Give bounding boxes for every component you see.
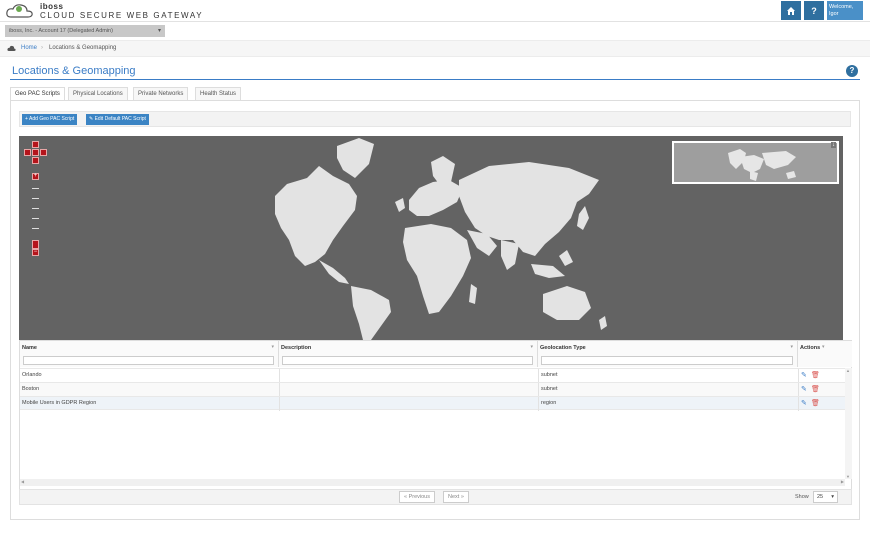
cell-divider xyxy=(279,383,280,397)
cell-name: Boston xyxy=(22,386,40,392)
cell-divider xyxy=(798,397,799,411)
top-bar: iboss CLOUD SECURE WEB GATEWAY ? Welcome… xyxy=(0,0,870,22)
scroll-up-arrow-icon[interactable]: ▲ xyxy=(846,368,850,373)
overview-minimap[interactable]: ↓ xyxy=(672,141,839,184)
next-page-button[interactable]: Next » xyxy=(443,491,469,503)
product-name: CLOUD SECURE WEB GATEWAY xyxy=(40,11,204,20)
pan-down-button[interactable] xyxy=(32,157,39,164)
pan-up-button[interactable] xyxy=(32,141,39,148)
iboss-cloud-logo xyxy=(6,4,33,18)
cell-divider xyxy=(279,369,280,383)
account-selector[interactable]: iboss, Inc. - Account 17 (Delegated Admi… xyxy=(5,25,165,37)
minimap-land xyxy=(728,149,796,181)
zoom-in-button[interactable]: + xyxy=(32,173,39,180)
table-row[interactable]: Orlando subnet ✎ 🗑 xyxy=(20,368,845,383)
name-filter-input[interactable] xyxy=(23,356,274,365)
table-row[interactable]: Mobile Users in GDPR Region region ✎ 🗑 xyxy=(20,396,845,411)
scroll-left-arrow-icon[interactable]: ◀ xyxy=(21,479,24,484)
description-filter-input[interactable] xyxy=(282,356,533,365)
breadcrumb-home-link[interactable]: Home xyxy=(21,45,37,51)
home-button[interactable] xyxy=(781,1,801,20)
caret-down-icon: ▾ xyxy=(157,28,161,34)
page-title: Locations & Geomapping xyxy=(12,65,136,77)
pan-right-button[interactable] xyxy=(40,149,47,156)
delete-trash-icon[interactable]: 🗑 xyxy=(811,371,820,379)
tab-physical-locations[interactable]: Physical Locations xyxy=(68,87,128,100)
zoom-level-tick xyxy=(32,198,39,199)
cell-divider xyxy=(538,383,539,397)
cell-name: Mobile Users in GDPR Region xyxy=(22,400,97,406)
title-divider xyxy=(10,79,860,80)
table-row[interactable]: Boston subnet ✎ 🗑 xyxy=(20,382,845,397)
zoom-slider-handle[interactable] xyxy=(32,240,39,249)
caret-down-icon: ▾ xyxy=(831,494,834,500)
zoom-level-tick xyxy=(32,188,39,189)
cell-divider xyxy=(279,397,280,411)
sort-caret-icon: ▾ xyxy=(271,344,274,350)
tab-geo-pac-scripts[interactable]: Geo PAC Scripts xyxy=(10,87,65,101)
column-header-geolocation-type-label: Geolocation Type xyxy=(540,345,586,351)
tab-private-networks[interactable]: Private Networks xyxy=(133,87,189,100)
delete-trash-icon[interactable]: 🗑 xyxy=(811,385,820,393)
column-header-name[interactable]: Name ▾ xyxy=(20,341,279,367)
zoom-level-tick xyxy=(32,228,39,229)
help-button[interactable]: ? xyxy=(804,1,824,20)
column-header-actions-label: Actions xyxy=(800,345,821,351)
toolbar: + Add Geo PAC Script ✎ Edit Default PAC … xyxy=(19,111,851,127)
column-header-name-label: Name xyxy=(22,345,37,351)
welcome-text: Welcome, xyxy=(829,4,854,10)
delete-trash-icon[interactable]: 🗑 xyxy=(811,399,820,407)
page-size-value: 25 xyxy=(817,494,824,500)
column-header-description[interactable]: Description ▾ xyxy=(279,341,538,367)
cell-name: Orlando xyxy=(22,372,42,378)
user-name: Igor xyxy=(829,11,839,17)
pac-scripts-grid: Name ▾ Description ▾ Geolocation Type ▾ … xyxy=(19,340,852,490)
breadcrumb-separator: › xyxy=(41,45,43,51)
zoom-out-button[interactable]: − xyxy=(32,249,39,256)
page-size-select[interactable]: 25 ▾ xyxy=(813,491,838,503)
zoom-level-tick xyxy=(32,218,39,219)
edit-default-pac-script-button[interactable]: ✎ Edit Default PAC Script xyxy=(86,114,149,125)
pan-left-button[interactable] xyxy=(24,149,31,156)
world-map[interactable]: + − ↓ xyxy=(19,136,843,340)
account-label: iboss, Inc. - Account 17 (Delegated Admi… xyxy=(9,28,113,34)
sort-caret-icon: ▾ xyxy=(530,344,533,350)
minimap-toggle-icon[interactable]: ↓ xyxy=(831,142,836,148)
horizontal-scrollbar[interactable]: ◀ ▶ xyxy=(20,479,845,486)
scroll-right-arrow-icon[interactable]: ▶ xyxy=(841,479,844,484)
geolocation-type-filter-input[interactable] xyxy=(541,356,793,365)
scroll-down-arrow-icon[interactable]: ▼ xyxy=(846,474,850,479)
cell-divider xyxy=(798,383,799,397)
user-menu[interactable]: Welcome, Igor xyxy=(827,1,863,20)
edit-pencil-icon[interactable]: ✎ xyxy=(801,371,807,379)
edit-pencil-icon[interactable]: ✎ xyxy=(801,399,807,407)
home-icon xyxy=(787,6,795,15)
cell-divider xyxy=(538,397,539,411)
grid-pager: « Previous Next » Show 25 ▾ xyxy=(19,489,852,505)
column-header-description-label: Description xyxy=(281,345,312,351)
cloud-icon xyxy=(7,45,16,51)
add-geo-pac-script-button[interactable]: + Add Geo PAC Script xyxy=(22,114,78,125)
help-circle-icon[interactable]: ? xyxy=(846,65,858,77)
cell-geolocation-type: subnet xyxy=(541,372,558,378)
edit-pencil-icon[interactable]: ✎ xyxy=(801,385,807,393)
cell-geolocation-type: region xyxy=(541,400,557,406)
zoom-level-tick xyxy=(32,208,39,209)
cell-divider xyxy=(798,369,799,383)
tab-health-status[interactable]: Health Status xyxy=(195,87,242,100)
sort-caret-icon: ▾ xyxy=(822,344,825,350)
brand-logo-text: iboss xyxy=(40,2,64,11)
page-size-label: Show xyxy=(795,494,809,500)
previous-page-button[interactable]: « Previous xyxy=(399,491,435,503)
breadcrumb-current: Locations & Geomapping xyxy=(49,45,117,51)
help-icon: ? xyxy=(811,5,817,16)
cell-divider xyxy=(538,369,539,383)
pan-center-button[interactable] xyxy=(32,149,39,156)
column-header-geolocation-type[interactable]: Geolocation Type ▾ xyxy=(538,341,798,367)
column-header-actions[interactable]: Actions ▾ xyxy=(798,341,852,367)
sort-caret-icon: ▾ xyxy=(790,344,793,350)
vertical-scrollbar[interactable]: ▲ ▼ xyxy=(845,368,852,479)
breadcrumb: Home › Locations & Geomapping xyxy=(0,40,870,57)
cell-geolocation-type: subnet xyxy=(541,386,558,392)
